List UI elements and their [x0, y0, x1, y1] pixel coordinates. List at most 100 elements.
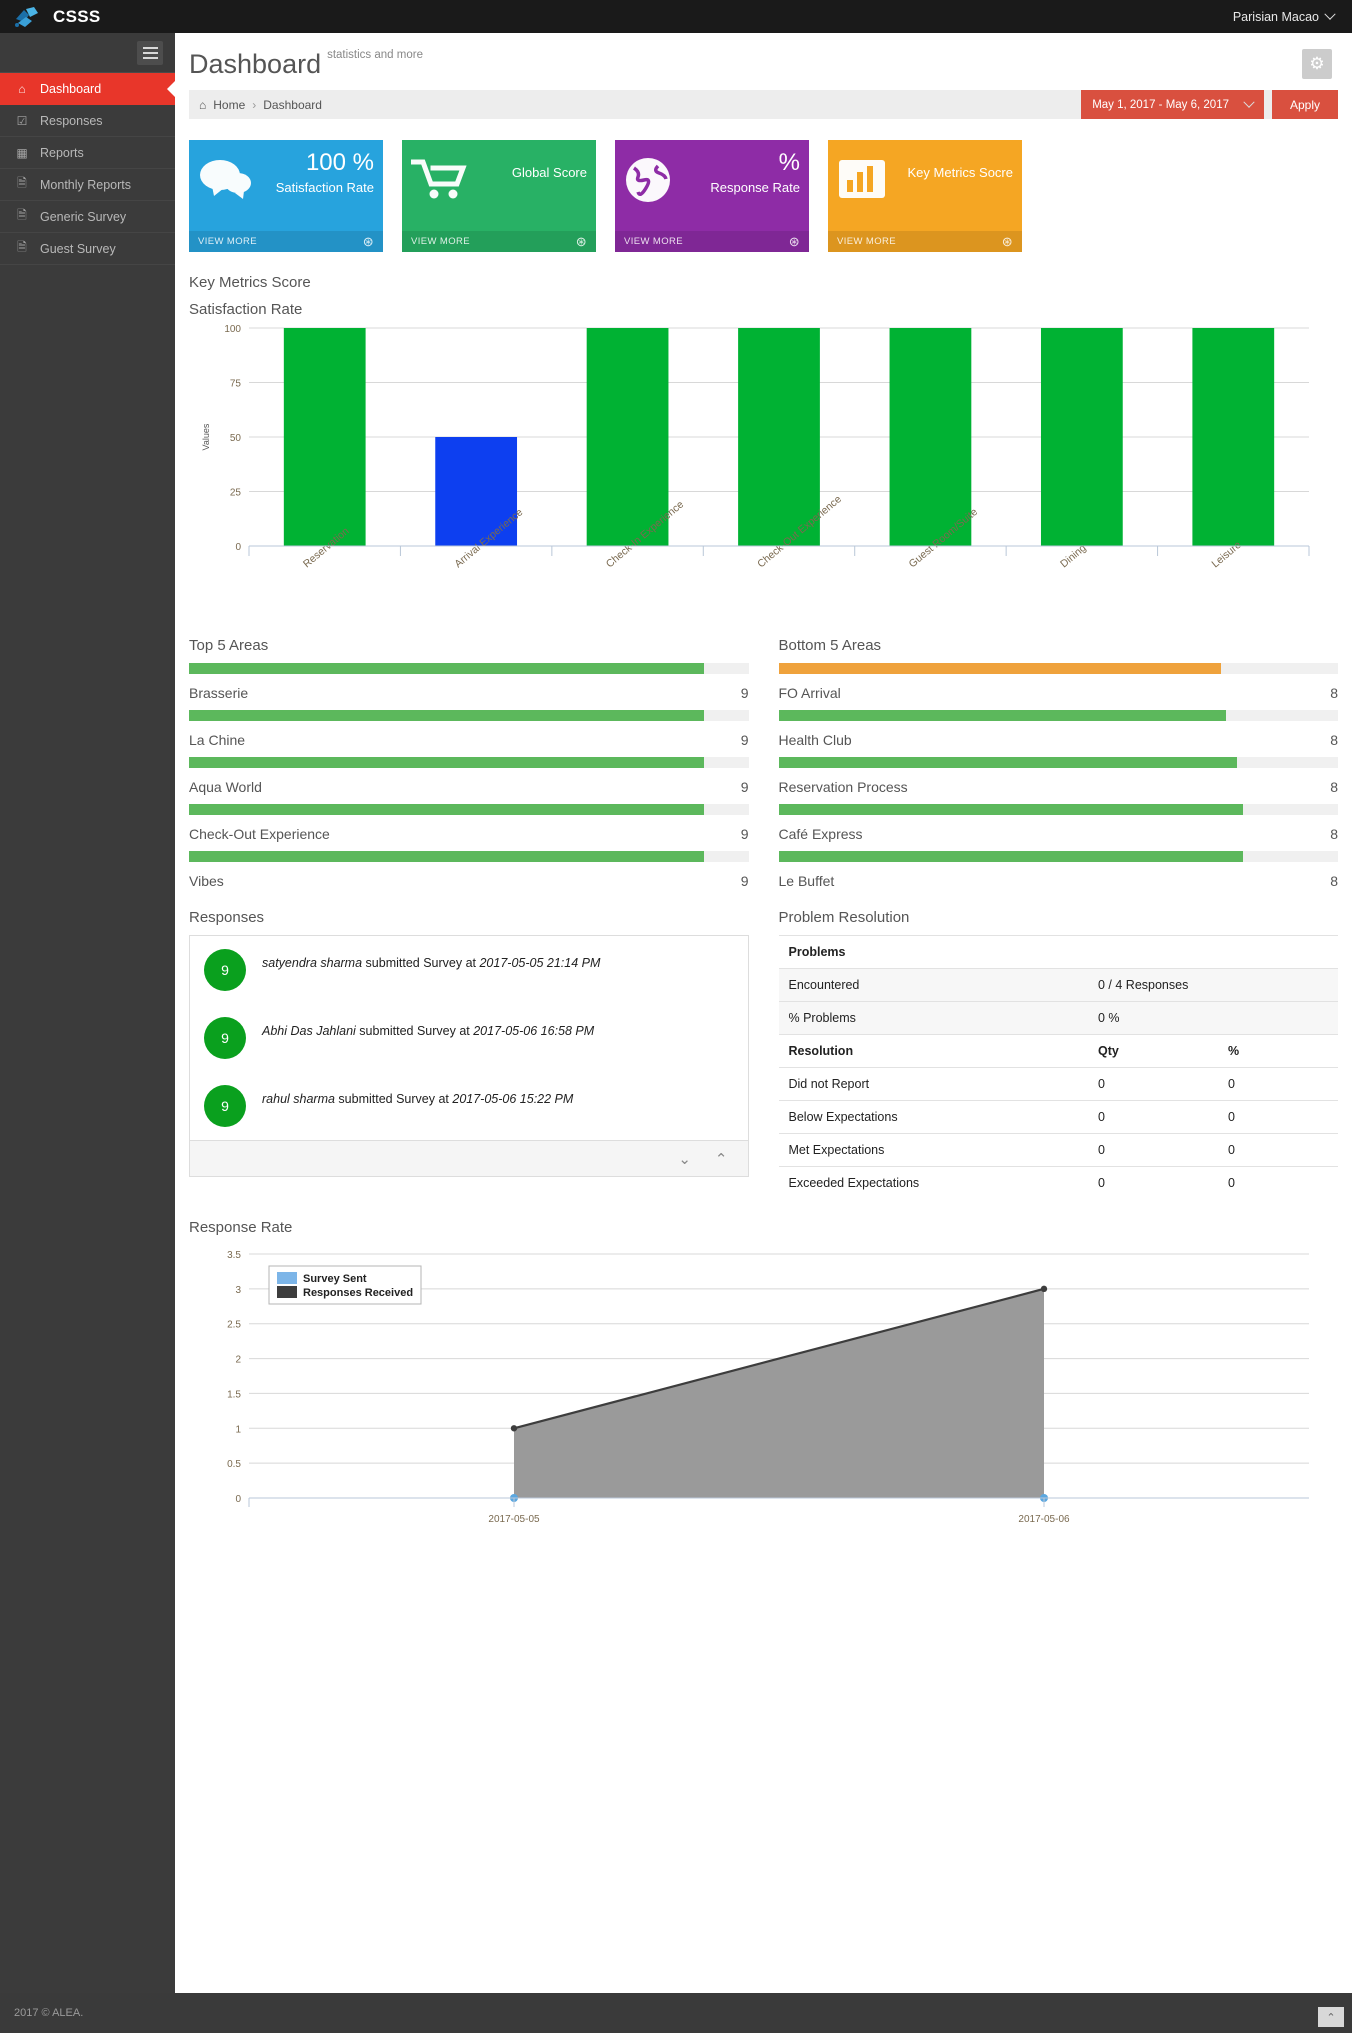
area-label: Health Club	[778, 732, 852, 748]
table-cell	[1218, 968, 1338, 1002]
area-value: 8	[1330, 685, 1338, 701]
user-menu[interactable]: Parisian Macao	[1232, 8, 1352, 24]
home-icon: ⌂	[18, 81, 26, 96]
sidebar-item-guest-survey[interactable]: 🗎 Guest Survey	[0, 233, 175, 265]
card-footer[interactable]: VIEW MORE ⊛	[615, 231, 809, 252]
card-key-metrics-score[interactable]: Key Metrics Socre VIEW MORE ⊛	[828, 140, 1022, 252]
area-row: Check-Out Experience 9	[189, 815, 749, 842]
chevron-up-icon[interactable]: ⌃	[715, 1150, 728, 1168]
table-row: Exceeded Expectations 0 0	[778, 1166, 1338, 1199]
response-rate-chart: 0 0.5 1 1.5 2 2.5 3 3.5 2017-05-05 2017-05-06 Surv…	[175, 1236, 1352, 1541]
card-response-rate[interactable]: % Response Rate VIEW MORE ⊛	[615, 140, 809, 252]
settings-button[interactable]: ⚙	[1302, 49, 1332, 79]
card-footer[interactable]: VIEW MORE ⊛	[828, 231, 1022, 252]
table-cell: Resolution	[778, 1034, 1088, 1068]
bottom-5-areas: Bottom 5 Areas FO Arrival 8 Health Club 8 Re…	[778, 637, 1339, 889]
chevron-down-icon[interactable]: ⌄	[678, 1150, 691, 1168]
list-item[interactable]: 9 Abhi Das Jahlani submitted Survey at 20…	[190, 1004, 748, 1072]
svg-text:1.5: 1.5	[227, 1389, 241, 1400]
sidebar-item-reports[interactable]: ▦ Reports	[0, 137, 175, 169]
data-point	[1040, 1285, 1048, 1293]
card-footer[interactable]: VIEW MORE ⊛	[189, 231, 383, 252]
card-value: %	[778, 149, 800, 176]
card-global-score[interactable]: Global Score VIEW MORE ⊛	[402, 140, 596, 252]
footer-text: 2017 © ALEA.	[14, 2007, 84, 2019]
x-tick-label: 2017-05-06	[1018, 1514, 1070, 1525]
apply-button[interactable]: Apply	[1272, 90, 1338, 119]
arrow-circle-right-icon: ⊛	[788, 233, 800, 249]
area-row: Health Club 8	[779, 721, 1339, 748]
bar	[283, 328, 366, 546]
brand[interactable]: CSSS	[0, 6, 175, 28]
view-more-label: VIEW MORE	[837, 236, 897, 247]
table-row: % Problems 0 %	[778, 1001, 1338, 1035]
area-value: 9	[740, 685, 749, 701]
response-text: rahul sharma submitted Survey at 2017-05…	[262, 1092, 574, 1106]
area-label: Vibes	[189, 873, 224, 889]
scroll-to-top-button[interactable]: ⌃	[1318, 2007, 1344, 2027]
sidebar-item-label: Reports	[40, 145, 84, 160]
table-cell: 0	[1088, 1067, 1218, 1101]
satisfaction-rate-chart: 0 25 50 75 100 Values Reservation Arrival Exper…	[175, 318, 1352, 633]
date-range-picker[interactable]: May 1, 2017 - May 6, 2017	[1081, 90, 1264, 119]
table-cell: 0	[1088, 1166, 1218, 1199]
area-label: La Chine	[189, 732, 246, 748]
area-bar-fill	[189, 851, 704, 862]
area-bar-track	[189, 804, 749, 815]
sidebar-item-label: Dashboard	[40, 81, 102, 96]
area-label: Check-Out Experience	[189, 826, 330, 842]
brand-text: CSSS	[53, 6, 101, 26]
sidebar-item-generic-survey[interactable]: 🗎 Generic Survey	[0, 201, 175, 233]
card-label: Global Score	[511, 165, 587, 180]
chevron-down-icon	[1324, 8, 1336, 20]
responses-panel-wrap: Responses 9 satyendra sharma submitted Su…	[189, 909, 749, 1199]
area-value: 9	[740, 873, 749, 889]
list-item[interactable]: 9 rahul sharma submitted Survey at 2017-0…	[190, 1072, 748, 1140]
area-label: Aqua World	[189, 779, 262, 795]
hamburger-menu-icon[interactable]	[137, 40, 163, 65]
area-value: 8	[1330, 779, 1338, 795]
sidebar-toggle-row	[0, 33, 175, 73]
bar	[586, 328, 669, 546]
arrow-circle-right-icon: ⊛	[575, 233, 587, 249]
area-bar-fill	[778, 663, 1221, 674]
app-logo-icon	[14, 6, 44, 28]
table-cell: Qty	[1088, 1034, 1218, 1068]
table-cell	[1218, 1001, 1338, 1035]
breadcrumb-home[interactable]: Home	[213, 98, 245, 112]
svg-text:0: 0	[235, 542, 241, 553]
responses-pager: ⌄ ⌃	[190, 1140, 748, 1176]
arrow-circle-right-icon: ⊛	[362, 233, 374, 249]
card-satisfaction-rate[interactable]: 100 % Satisfaction Rate VIEW MORE ⊛	[189, 140, 383, 252]
area-bar-track	[189, 851, 749, 862]
file-icon: 🗎	[17, 240, 27, 254]
area-value: 8	[1330, 873, 1338, 889]
check-square-icon: ☑	[16, 113, 28, 128]
user-name: Parisian Macao	[1232, 9, 1319, 24]
arrow-circle-right-icon: ⊛	[1001, 233, 1013, 249]
sidebar-item-label: Generic Survey	[40, 209, 127, 224]
table-cell: 0	[1088, 1100, 1218, 1134]
sidebar-item-dashboard[interactable]: ⌂ Dashboard	[0, 73, 175, 105]
sidebar-item-responses[interactable]: ☑ Responses	[0, 105, 175, 137]
bottom-areas-title: Bottom 5 Areas	[778, 637, 882, 654]
area-row: Café Express 8	[779, 815, 1339, 842]
sidebar-item-label: Responses	[40, 113, 103, 128]
table-cell: Encountered	[778, 968, 1088, 1002]
card-footer[interactable]: VIEW MORE ⊛	[402, 231, 596, 252]
sidebar-item-monthly-reports[interactable]: 🗎 Monthly Reports	[0, 169, 175, 201]
table-cell: Problems	[778, 935, 1088, 969]
svg-text:3: 3	[235, 1285, 241, 1296]
comments-icon	[198, 156, 254, 209]
area-row: Le Buffet 8	[779, 862, 1339, 889]
satisfaction-rate-chart-title: Satisfaction Rate	[189, 301, 303, 318]
chevron-down-icon	[1243, 96, 1255, 108]
table-row: Met Expectations 0 0	[778, 1133, 1338, 1167]
view-more-label: VIEW MORE	[624, 236, 684, 247]
footer: 2017 © ALEA.	[0, 1993, 1352, 2033]
list-item[interactable]: 9 satyendra sharma submitted Survey at 20…	[190, 936, 748, 1004]
area-bar-track	[189, 663, 749, 674]
area-bar-fill	[778, 710, 1227, 721]
table-row: Problems	[778, 935, 1338, 969]
svg-text:1: 1	[235, 1424, 241, 1435]
